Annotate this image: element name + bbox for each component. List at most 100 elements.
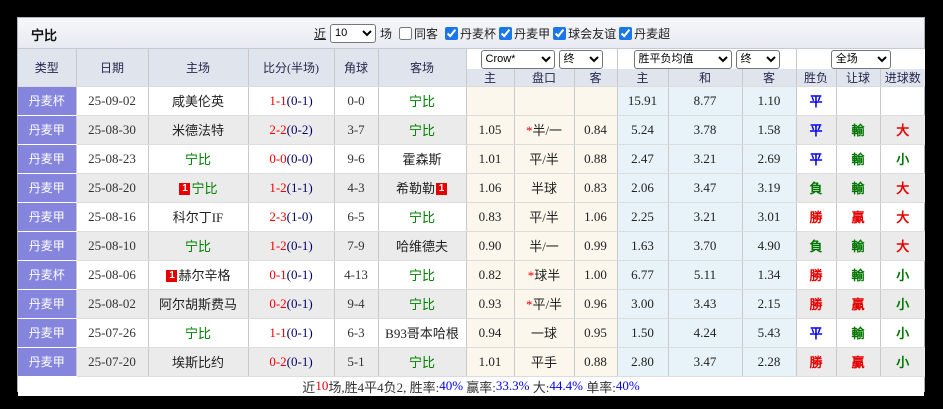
bookmaker-state-select[interactable]: 终: [558, 49, 603, 69]
corner-cell: 4-13: [334, 260, 379, 290]
date-cell: 25-08-16: [76, 202, 149, 232]
home-team-cell: 1 宁比: [148, 173, 249, 203]
col-odds-handicap: 盘口: [514, 68, 575, 87]
stats-segment: 44.4%: [549, 378, 583, 393]
goals-cell: 大: [880, 115, 926, 145]
league-filter-checkbox[interactable]: [445, 26, 459, 40]
col-avg-away: 客: [742, 68, 797, 87]
league-cell: 丹麦甲: [18, 144, 77, 174]
league-filter-checkbox[interactable]: [553, 26, 567, 40]
away-team-cell: 霍森斯: [378, 144, 467, 174]
result-cell: 平: [796, 86, 837, 116]
date-cell: 25-08-06: [76, 260, 149, 290]
avg-home-cell: 2.06: [617, 173, 669, 203]
corner-cell: 9-6: [334, 144, 379, 174]
league-filter-label: 丹麦超: [634, 26, 671, 41]
halftime-score: (0-1): [286, 92, 313, 108]
score-cell: 0-1(0-1): [248, 260, 335, 290]
league-filter-0[interactable]: 丹麦杯: [445, 25, 496, 42]
handicap-cell: *半/一: [514, 115, 575, 145]
avg-draw-cell: 4.24: [668, 318, 743, 348]
handicap-result-cell: 輸: [836, 144, 881, 174]
score-cell: 0-0(0-0): [248, 144, 335, 174]
away-team-cell: 宁比: [378, 289, 467, 319]
col-odds-home: 主: [466, 68, 515, 87]
red-card-badge: 1: [166, 270, 178, 282]
avg-draw-cell: 3.43: [668, 289, 743, 319]
table-row: 丹麦杯 25-08-06 1 赫尔辛格 0-1(0-1) 4-13 宁比 0.82 *球半 1.0…: [18, 260, 926, 290]
handicap-away-odds-cell: 0.96: [574, 289, 618, 319]
handicap-change-star: *: [525, 123, 533, 138]
handicap-home-odds-cell: 1.05: [466, 115, 515, 145]
home-team-cell: 宁比: [148, 231, 249, 261]
handicap-result-cell: 輸: [836, 115, 881, 145]
home-team-cell: 宁比: [148, 318, 249, 348]
league-cell: 丹麦甲: [18, 173, 77, 203]
halftime-score: (1-0): [286, 208, 313, 224]
bookmaker-select[interactable]: Crow*: [480, 49, 555, 69]
corner-cell: 3-7: [334, 115, 379, 145]
same-away-checkbox[interactable]: [399, 26, 413, 40]
avg-home-cell: 1.63: [617, 231, 669, 261]
away-team-cell: 哈维德夫: [378, 231, 467, 261]
avg-away-cell: 5.43: [742, 318, 797, 348]
team-name: B93哥本哈根: [385, 326, 459, 341]
handicap-cell: *平/半: [514, 289, 575, 319]
stats-segment: 40%: [439, 378, 464, 393]
avg-home-cell: 3.00: [617, 289, 669, 319]
fulltime-score: 1-2: [269, 237, 287, 253]
col-home: 主场: [148, 49, 249, 87]
home-team-cell: 米德法特: [148, 115, 249, 145]
stats-segment: 近: [302, 379, 316, 395]
score-cell: 2-2(0-2): [248, 115, 335, 145]
fulltime-score: 0-2: [269, 295, 287, 311]
handicap-result-cell: 輸: [836, 318, 881, 348]
league-filter-3[interactable]: 丹麦超: [619, 25, 670, 42]
date-cell: 25-07-20: [76, 347, 149, 377]
corner-cell: 6-5: [334, 202, 379, 232]
handicap-away-odds-cell: 1.00: [574, 260, 618, 290]
stats-segment: 10: [315, 378, 329, 393]
fulltime-score: 2-3: [269, 208, 287, 224]
avg-away-cell: 3.19: [742, 173, 797, 203]
matches-label: 场: [380, 26, 393, 41]
handicap-cell: 一球: [514, 318, 575, 348]
same-away-filter[interactable]: 同客: [399, 25, 438, 42]
red-card-badge: 1: [179, 183, 191, 195]
scope-select[interactable]: 全场: [830, 49, 891, 69]
result-cell: 平: [796, 115, 837, 145]
recent-link[interactable]: 近: [314, 25, 326, 42]
avg-draw-cell: 8.77: [668, 86, 743, 116]
halftime-score: (0-1): [286, 324, 313, 340]
league-filter-checkbox[interactable]: [619, 26, 633, 40]
table-row: 丹麦甲 25-08-02 阿尔胡斯费马 0-2(0-1) 9-4 宁比 0.93 *平/半 0.…: [18, 289, 926, 319]
avg-select[interactable]: 胜平负均值: [633, 49, 732, 69]
team-name: 宁比: [408, 210, 435, 225]
league-filter-label: 球会友谊: [568, 26, 617, 41]
league-filter-2[interactable]: 球会友谊: [553, 25, 616, 42]
handicap-change-star: *: [525, 297, 533, 312]
scope-select-cell: 全场: [796, 49, 926, 69]
avg-away-cell: 1.34: [742, 260, 797, 290]
avg-select-cell: 胜平负均值 终: [617, 49, 797, 69]
team-name: 宁比: [184, 326, 211, 341]
league-cell: 丹麦甲: [18, 318, 77, 348]
team-name: 宁比: [408, 268, 435, 283]
handicap-change-star: *: [527, 268, 535, 283]
select-row: 类型 日期 主场 比分(半场) 角球 客场 Crow* 终 胜平负均值 终 全场: [18, 49, 926, 87]
recent-count-select[interactable]: 10: [330, 23, 377, 43]
away-team-cell: 宁比: [378, 115, 467, 145]
league-filter-checkbox[interactable]: [499, 26, 513, 40]
handicap-home-odds-cell: 0.90: [466, 231, 515, 261]
handicap-home-odds-cell: 0.93: [466, 289, 515, 319]
col-date: 日期: [76, 49, 149, 87]
table-row: 丹麦甲 25-08-23 宁比 0-0(0-0) 9-6 霍森斯 1.01 平/半 0.88 2.…: [18, 144, 926, 174]
avg-state-select[interactable]: 终: [735, 49, 780, 69]
league-filter-1[interactable]: 丹麦甲: [499, 25, 550, 42]
handicap-home-odds-cell: 0.83: [466, 202, 515, 232]
handicap-cell: 平/半: [514, 202, 575, 232]
handicap-away-odds-cell: 0.84: [574, 115, 618, 145]
team-name: 霍森斯: [402, 152, 442, 167]
stats-segment: 单率:: [582, 379, 616, 395]
avg-away-cell: 2.15: [742, 289, 797, 319]
